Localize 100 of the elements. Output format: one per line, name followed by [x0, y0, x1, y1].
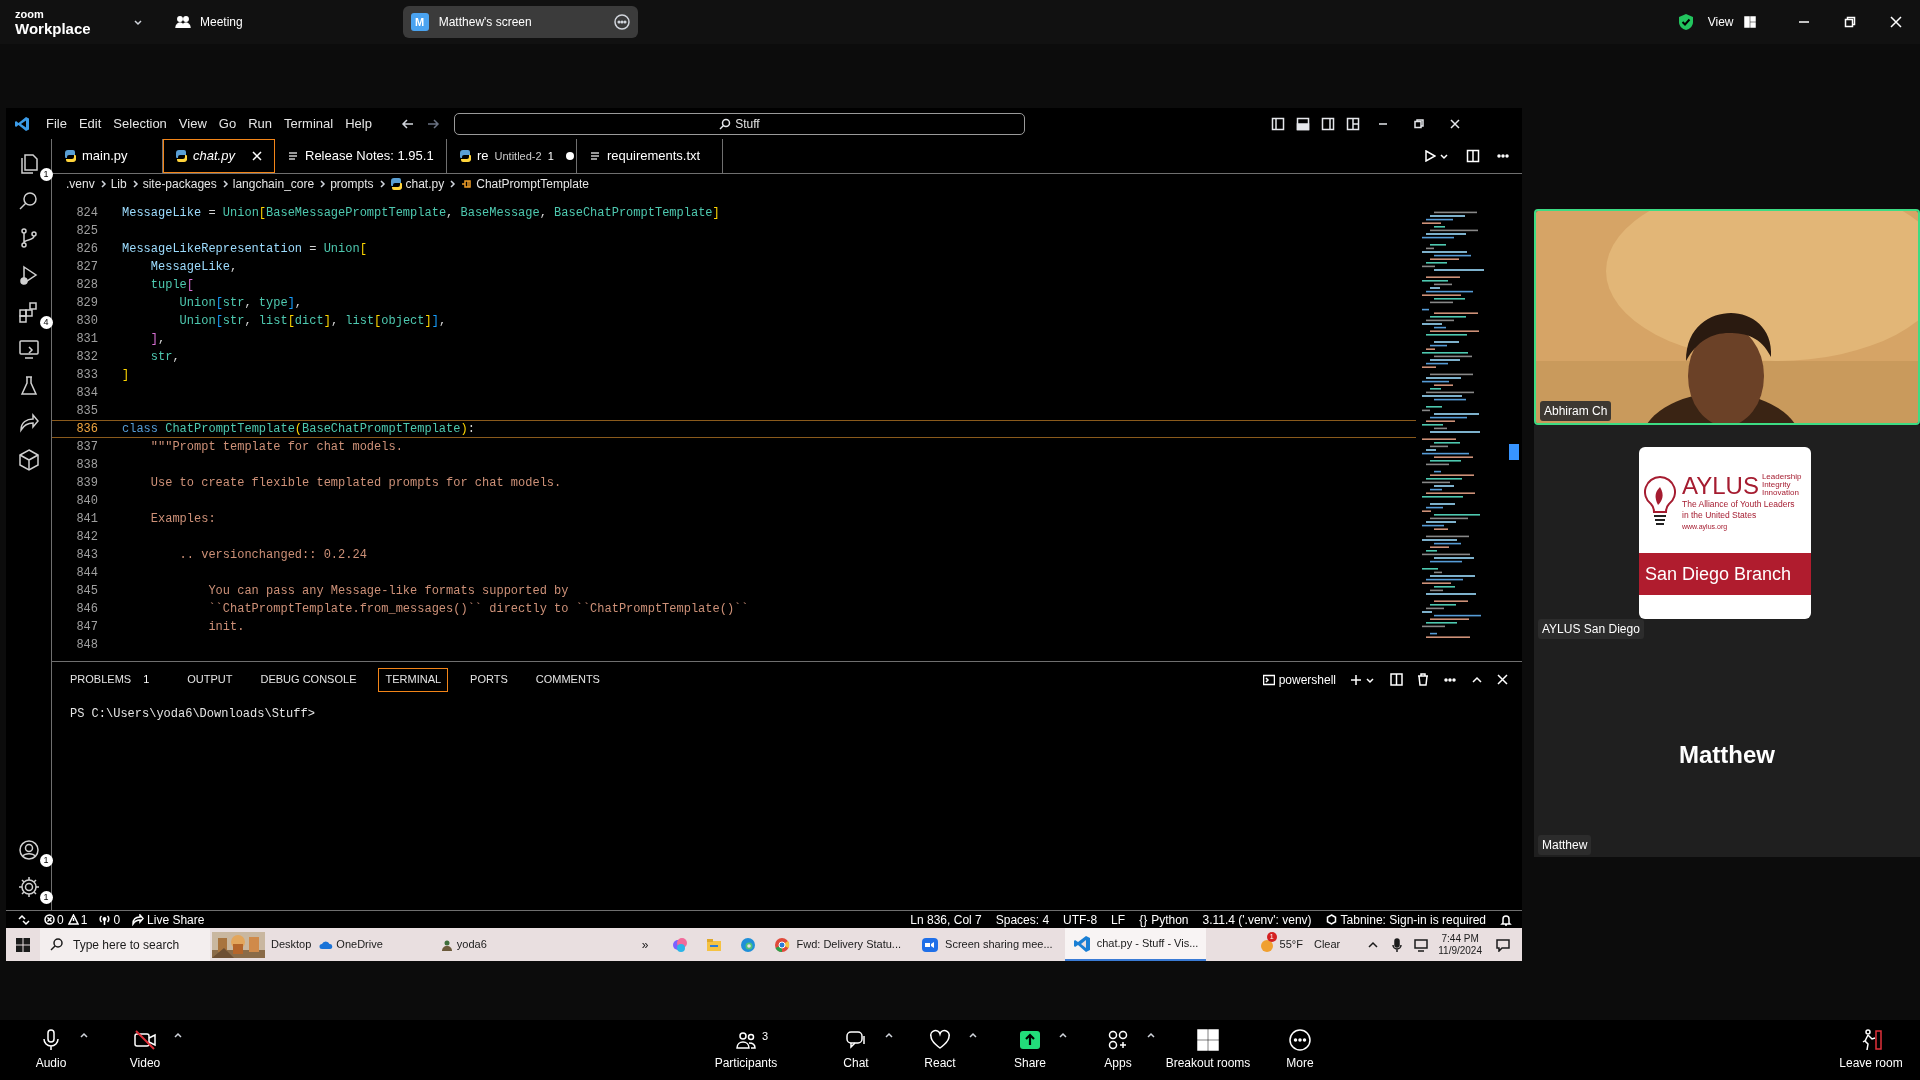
- toolbar-button[interactable]: Audio: [13, 1024, 89, 1076]
- taskbar-app[interactable]: Screen sharing mee...: [913, 928, 1061, 961]
- people-icon[interactable]: [175, 14, 191, 30]
- close-icon[interactable]: [1497, 674, 1508, 685]
- split-editor-icon[interactable]: [1466, 149, 1480, 163]
- close-icon[interactable]: [252, 151, 262, 161]
- windows-start-icon[interactable]: [16, 937, 30, 952]
- onedrive-label[interactable]: OneDrive: [336, 936, 383, 953]
- panel-toggle-icon[interactable]: [1295, 116, 1310, 131]
- chevron-down-icon[interactable]: [1440, 152, 1448, 160]
- menu-item[interactable]: Run: [242, 113, 278, 134]
- ports-status[interactable]: 0: [99, 910, 121, 929]
- editor-tab[interactable]: re Untitled-2 1: [447, 139, 577, 173]
- problems-status[interactable]: 0 1: [44, 910, 88, 929]
- caret-up-icon[interactable]: [968, 1030, 978, 1040]
- desktop-toolbar-label[interactable]: Desktop: [271, 936, 312, 953]
- toolbar-button[interactable]: Breakout rooms: [1158, 1024, 1258, 1076]
- view-button[interactable]: View: [1707, 13, 1734, 31]
- overflow-chevron[interactable]: »: [641, 935, 649, 954]
- breadcrumb-item[interactable]: .venv: [66, 175, 95, 193]
- arrow-right-icon[interactable]: [425, 116, 440, 131]
- trash-icon[interactable]: [1417, 673, 1429, 686]
- caret-up-icon[interactable]: [173, 1030, 183, 1040]
- panel-tab[interactable]: COMMENTS: [529, 667, 606, 692]
- status-item[interactable]: 3.11.4 ('.venv': venv): [1202, 910, 1312, 929]
- menu-item[interactable]: View: [172, 113, 213, 134]
- scrollbar-thumb[interactable]: [1509, 444, 1519, 460]
- menu-item[interactable]: Edit: [72, 113, 108, 134]
- sidebar-toggle-icon[interactable]: [1270, 116, 1285, 131]
- clock-date[interactable]: 11/9/2024: [1438, 944, 1482, 957]
- chevron-up-icon[interactable]: [1368, 939, 1379, 950]
- taskbar-search-field[interactable]: Type here to search: [40, 928, 210, 961]
- code-line: Examples:: [149, 511, 216, 528]
- toolbar-button[interactable]: Share: [992, 1024, 1068, 1076]
- notification-icon[interactable]: [1496, 937, 1510, 952]
- split-terminal-icon[interactable]: [1390, 673, 1403, 686]
- breadcrumb-item[interactable]: site-packages: [142, 175, 217, 193]
- panel-tab[interactable]: DEBUG CONSOLE: [254, 667, 363, 692]
- close-icon[interactable]: [1447, 116, 1462, 131]
- editor-tab[interactable]: main.py: [52, 139, 163, 173]
- menu-item[interactable]: File: [40, 113, 73, 134]
- status-item[interactable]: Ln 836, Col 7: [910, 910, 982, 929]
- microphone-icon[interactable]: [1392, 937, 1403, 952]
- user-folder-label[interactable]: yoda6: [456, 936, 487, 953]
- toolbar-button[interactable]: 3 Participants: [696, 1024, 796, 1076]
- menu-item[interactable]: Go: [212, 113, 243, 134]
- run-icon[interactable]: [1424, 150, 1436, 162]
- menu-item[interactable]: Terminal: [278, 113, 340, 134]
- command-center[interactable]: Stuff: [453, 112, 1025, 135]
- remote-icon[interactable]: [18, 913, 30, 926]
- close-icon[interactable]: [1887, 14, 1904, 30]
- toolbar-button[interactable]: Chat: [818, 1024, 894, 1076]
- caret-up-icon[interactable]: [79, 1030, 89, 1040]
- editor-tab[interactable]: chat.py: [163, 139, 275, 173]
- taskbar-app[interactable]: chat.py - Stuff - Vis...: [1064, 928, 1207, 961]
- clock-time[interactable]: 7:44 PM: [1441, 932, 1479, 945]
- breadcrumb-item[interactable]: Lib: [110, 175, 127, 193]
- status-item[interactable]: {} Python: [1139, 910, 1189, 929]
- panel-tab[interactable]: OUTPUT: [181, 667, 239, 692]
- secondary-sidebar-icon[interactable]: [1320, 116, 1335, 131]
- panel-tab[interactable]: TERMINAL: [378, 667, 449, 692]
- caret-up-icon[interactable]: [884, 1030, 894, 1040]
- more-icon[interactable]: [613, 14, 630, 30]
- status-item[interactable]: Spaces: 4: [995, 910, 1050, 929]
- bell-icon[interactable]: [1500, 913, 1512, 926]
- menu-item[interactable]: Help: [339, 113, 378, 134]
- status-item[interactable]: LF: [1111, 910, 1126, 929]
- caret-up-icon[interactable]: [1146, 1030, 1156, 1040]
- caret-up-icon[interactable]: [1058, 1030, 1068, 1040]
- toolbar-button[interactable]: Video: [107, 1024, 183, 1076]
- terminal-shell-button[interactable]: powershell: [1262, 670, 1336, 689]
- editor-tab[interactable]: requirements.txt: [577, 139, 723, 173]
- toolbar-button[interactable]: More: [1268, 1024, 1332, 1076]
- panel-tab[interactable]: PORTS: [464, 667, 514, 692]
- grid-icon[interactable]: [1743, 16, 1756, 28]
- arrow-left-icon[interactable]: [400, 116, 415, 131]
- vscode-logo-icon[interactable]: [14, 115, 30, 132]
- restore-icon[interactable]: [1411, 116, 1426, 131]
- settings-icon[interactable]: [16, 874, 41, 899]
- meeting-label[interactable]: Meeting: [200, 13, 243, 31]
- screen-share-pill[interactable]: M Matthew's screen: [402, 6, 638, 38]
- chevron-down-icon[interactable]: [1366, 675, 1374, 684]
- toolbar-button[interactable]: Apps: [1080, 1024, 1156, 1076]
- breadcrumb-item[interactable]: ChatPromptTemplate: [476, 175, 589, 193]
- layout-icon[interactable]: [1345, 116, 1360, 131]
- breadcrumb-item[interactable]: langchain_core: [232, 175, 315, 193]
- toolbar-button[interactable]: Leave room: [1821, 1024, 1920, 1076]
- menu-item[interactable]: Selection: [107, 113, 173, 134]
- live-share-button[interactable]: Live Share: [132, 910, 205, 929]
- breadcrumb-item[interactable]: chat.py: [405, 175, 445, 193]
- screen-icon[interactable]: [1414, 937, 1429, 952]
- panel-tab[interactable]: PROBLEMS 1: [64, 667, 166, 692]
- accounts-icon[interactable]: [16, 837, 41, 862]
- taskbar-app[interactable]: Fwd: Delivery Statu...: [764, 928, 910, 961]
- status-item[interactable]: UTF-8: [1063, 910, 1098, 929]
- toolbar-button[interactable]: React: [902, 1024, 978, 1076]
- editor-tab[interactable]: Release Notes: 1.95.1: [275, 139, 447, 173]
- breadcrumb-item[interactable]: prompts: [330, 175, 374, 193]
- plus-icon[interactable]: [1350, 673, 1362, 686]
- status-item[interactable]: Tabnine: Sign-in is required: [1325, 910, 1486, 929]
